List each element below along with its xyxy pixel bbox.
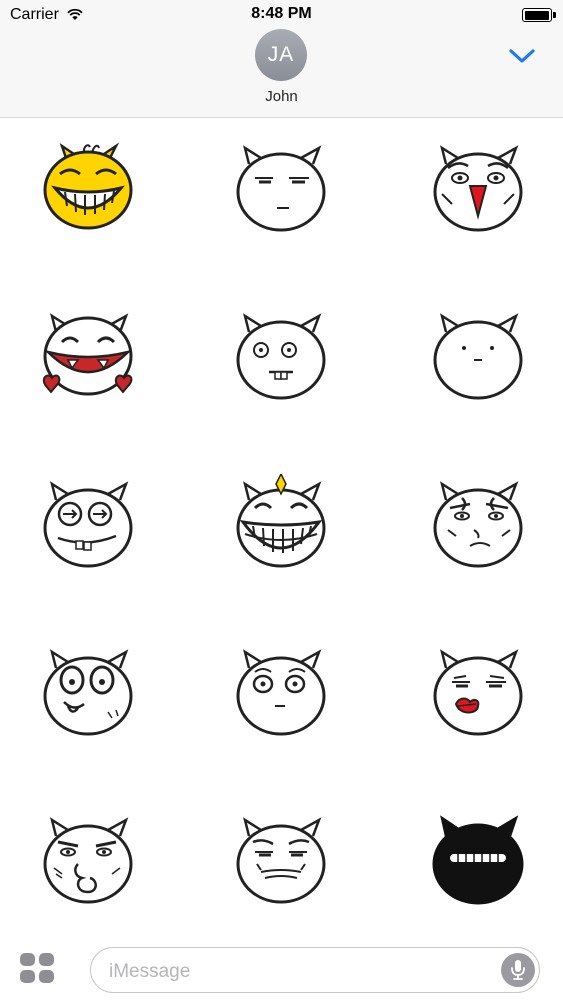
sticker-blank-face[interactable] bbox=[428, 306, 528, 406]
message-placeholder: iMessage bbox=[109, 961, 191, 982]
sticker-unimpressed[interactable] bbox=[231, 138, 331, 238]
battery-icon bbox=[522, 8, 556, 22]
contact-avatar[interactable]: JA bbox=[255, 29, 307, 81]
sticker-grid bbox=[0, 118, 563, 938]
compose-bar: iMessage bbox=[0, 938, 563, 1000]
microphone-icon[interactable] bbox=[501, 953, 535, 987]
conversation-header: Carrier 8:48 PM JA John bbox=[0, 0, 563, 118]
sticker-nosebleed-sad[interactable] bbox=[428, 138, 528, 238]
sticker-startled[interactable] bbox=[231, 642, 331, 742]
battery-level bbox=[524, 10, 549, 20]
sticker-frowning-skeptical[interactable] bbox=[428, 474, 528, 574]
sticker-hearts-big-grin[interactable] bbox=[38, 306, 138, 406]
sticker-tired-meh[interactable] bbox=[231, 810, 331, 910]
sticker-black-grin[interactable] bbox=[428, 810, 528, 910]
apps-icon[interactable] bbox=[20, 953, 58, 985]
sticker-laughing-yellow[interactable] bbox=[38, 138, 138, 238]
sticker-derp-buck-teeth[interactable] bbox=[231, 306, 331, 406]
sticker-red-lips-sleepy[interactable] bbox=[428, 642, 528, 742]
sticker-sparkle-grin[interactable] bbox=[231, 474, 331, 574]
status-bar: Carrier 8:48 PM bbox=[0, 0, 563, 30]
clock: 8:48 PM bbox=[251, 5, 312, 22]
sticker-arrow-eyes[interactable] bbox=[38, 474, 138, 574]
contact-name[interactable]: John bbox=[0, 88, 563, 105]
chevron-down-icon[interactable] bbox=[508, 46, 536, 66]
sticker-chin-pout[interactable] bbox=[38, 810, 138, 910]
message-input[interactable]: iMessage bbox=[90, 947, 540, 993]
sticker-shocked-tongue[interactable] bbox=[38, 642, 138, 742]
